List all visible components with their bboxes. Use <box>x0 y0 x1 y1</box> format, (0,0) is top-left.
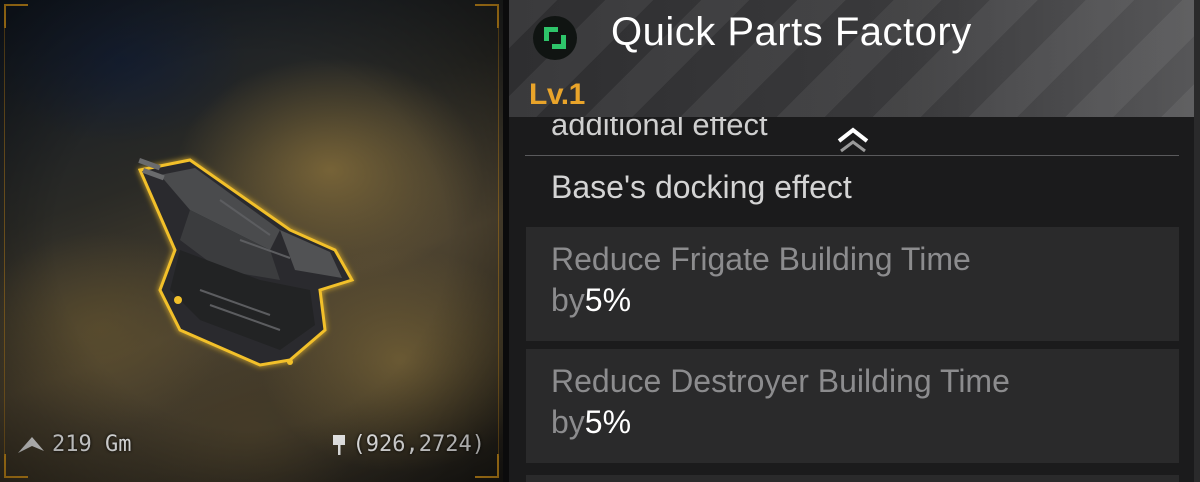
frame-corner-top-left <box>4 4 28 28</box>
effect-prefix: by <box>551 282 585 318</box>
panel-header: Quick Parts Factory Lv.1 <box>509 0 1194 117</box>
effects-scroll-area[interactable]: additional effect Base's docking effect … <box>509 117 1194 482</box>
coordinates-value: (926,2724) <box>352 432 485 457</box>
effect-description: Reduce Frigate Building Time <box>551 241 971 277</box>
frame-edge-right <box>498 26 499 456</box>
level-label: Lv.1 <box>529 78 585 111</box>
building-info-panel: Quick Parts Factory Lv.1 additional effe… <box>509 0 1200 482</box>
coordinates-readout: (926,2724) <box>331 432 485 457</box>
chevron-up-icon <box>837 127 869 153</box>
space-viewport[interactable]: 219 Gm (926,2724) <box>0 0 503 482</box>
frame-corner-top-right <box>475 4 499 28</box>
collapse-button[interactable] <box>831 123 875 157</box>
effect-row: Reduce Destroyer Building Time by5% <box>526 349 1179 463</box>
effect-row: Reduce Frigate Building Time by5% <box>526 227 1179 341</box>
additional-effect-heading: additional effect <box>551 117 768 142</box>
frame-edge-left <box>4 26 5 456</box>
docking-effect-heading: Base's docking effect <box>551 169 852 205</box>
scrollbar-track[interactable] <box>1194 0 1200 482</box>
frame-corner-bottom-right <box>475 454 499 478</box>
effect-description: Reduce Destroyer Building Time <box>551 363 1010 399</box>
frame-corner-bottom-left <box>4 454 28 478</box>
effect-value: 5% <box>584 404 632 440</box>
distance-readout: 219 Gm <box>16 432 131 457</box>
direction-arrow-icon <box>16 435 46 455</box>
distance-value: 219 Gm <box>52 432 132 457</box>
ship-model[interactable] <box>120 140 380 380</box>
location-pin-icon <box>331 433 347 457</box>
building-title: Quick Parts Factory <box>611 10 972 54</box>
module-icon <box>533 16 577 60</box>
next-effect-row-edge <box>526 475 1179 482</box>
effect-prefix: by <box>551 404 585 440</box>
section-divider <box>525 155 1179 156</box>
effect-value: 5% <box>584 282 632 318</box>
